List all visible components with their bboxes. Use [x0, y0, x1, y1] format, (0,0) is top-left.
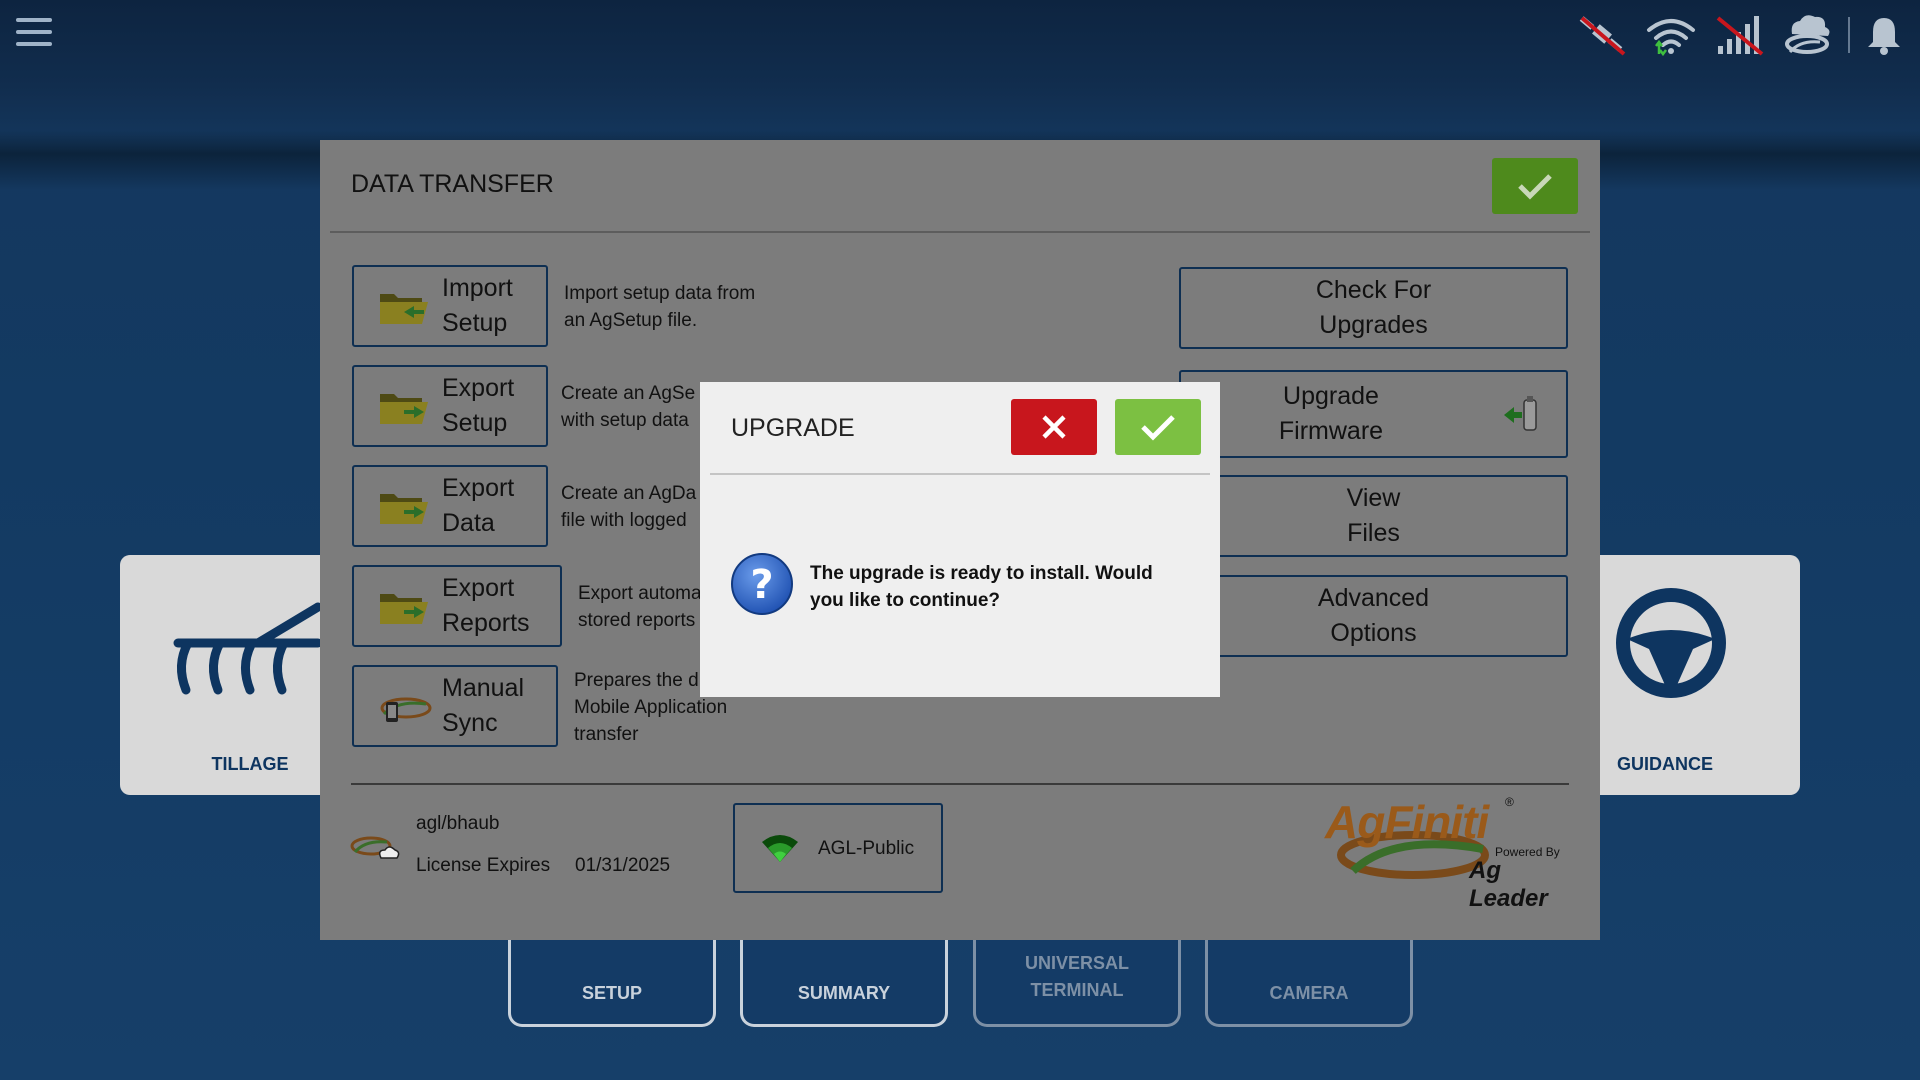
cancel-button[interactable] [1011, 399, 1097, 455]
export-reports-desc: Export automa stored reports [578, 583, 702, 631]
upgrade-message: The upgrade is ready to install. Would y… [810, 563, 1153, 611]
tab-camera-label: CAMERA [1269, 983, 1349, 1003]
checkmark-icon [1141, 415, 1175, 441]
cellular-disabled-icon[interactable] [1712, 12, 1766, 58]
advanced-options-button[interactable]: Advanced Options [1179, 575, 1568, 657]
tab-setup[interactable]: SETUP [508, 935, 716, 1027]
export-reports-button[interactable]: Export Reports [352, 565, 562, 647]
tab-universal-terminal[interactable]: UNIVERSAL TERMINAL [973, 935, 1181, 1027]
phone-sync-icon [380, 697, 432, 722]
status-divider [1848, 17, 1850, 53]
confirm-upgrade-button[interactable] [1115, 399, 1201, 455]
export-setup-desc: Create an AgSe with setup data [561, 383, 696, 431]
tab-summary[interactable]: SUMMARY [740, 935, 948, 1027]
import-setup-button[interactable]: Import Setup [352, 265, 548, 347]
check-for-upgrades-button[interactable]: Check For Upgrades [1179, 267, 1568, 349]
dialog-title: DATA TRANSFER [351, 170, 554, 198]
import-setup-desc: Import setup data from an AgSetup file. [564, 283, 756, 331]
wifi-icon [762, 835, 798, 862]
tab-summary-label: SUMMARY [797, 983, 891, 1003]
export-data-label: Export Data [442, 474, 515, 537]
upgrade-dialog: UPGRADE ? The upgrade is ready to instal… [700, 382, 1220, 697]
logo-brand: Ag Leader [1469, 857, 1548, 912]
upgrade-firmware-button[interactable]: Upgrade Firmware [1179, 370, 1568, 458]
folder-export-icon [380, 394, 428, 424]
manual-sync-label: Manual Sync [442, 674, 524, 737]
upgrade-dialog-divider [710, 473, 1210, 475]
export-setup-button[interactable]: Export Setup [352, 365, 548, 447]
agfiniti-cloud-icon [350, 836, 400, 859]
bell-icon[interactable] [1864, 12, 1904, 58]
question-icon: ? [731, 553, 793, 615]
checkmark-icon [1518, 174, 1552, 200]
export-data-desc: Create an AgDa file with logged [561, 483, 697, 531]
export-reports-label: Export Reports [442, 574, 530, 637]
tab-setup-label: SETUP [581, 983, 642, 1003]
manual-sync-button[interactable]: Manual Sync [352, 665, 558, 747]
menu-icon[interactable] [16, 18, 52, 52]
svg-text:?: ? [750, 562, 773, 608]
status-bar [1576, 10, 1904, 60]
logo-reg: ® [1505, 795, 1514, 809]
tab-camera[interactable]: CAMERA [1205, 935, 1413, 1027]
username: agl/bhaub [416, 813, 500, 834]
upgrade-dialog-title: UPGRADE [731, 414, 855, 442]
agfiniti-logo: AgFiniti ® Powered By Ag Leader [1325, 795, 1575, 912]
upgrade-firmware-label: Upgrade Firmware [1278, 382, 1384, 445]
tab-universal-terminal-label: UNIVERSAL TERMINAL [1024, 953, 1129, 1000]
wifi-icon[interactable] [1644, 12, 1698, 58]
view-files-button[interactable]: View Files [1179, 475, 1568, 557]
license-label: License Expires [416, 855, 551, 876]
cloud-sync-icon[interactable] [1780, 12, 1834, 58]
folder-export-icon [380, 594, 428, 624]
export-data-button[interactable]: Export Data [352, 465, 548, 547]
license-date: 01/31/2025 [575, 855, 671, 876]
logo-text: AgFiniti [1325, 796, 1489, 848]
folder-export-icon [380, 494, 428, 524]
gps-disabled-icon[interactable] [1576, 12, 1630, 58]
title-divider [330, 231, 1590, 233]
folder-import-icon [380, 294, 428, 324]
confirm-button[interactable] [1492, 158, 1578, 214]
network-button[interactable]: AGL-Public [733, 803, 943, 893]
import-setup-label: Import Setup [442, 274, 513, 337]
close-icon [1042, 415, 1066, 439]
steering-wheel-icon [1616, 588, 1726, 698]
usb-import-icon [1504, 396, 1537, 431]
network-name: AGL-Public [818, 837, 915, 859]
footer-divider [351, 783, 1569, 785]
export-setup-label: Export Setup [442, 374, 515, 437]
